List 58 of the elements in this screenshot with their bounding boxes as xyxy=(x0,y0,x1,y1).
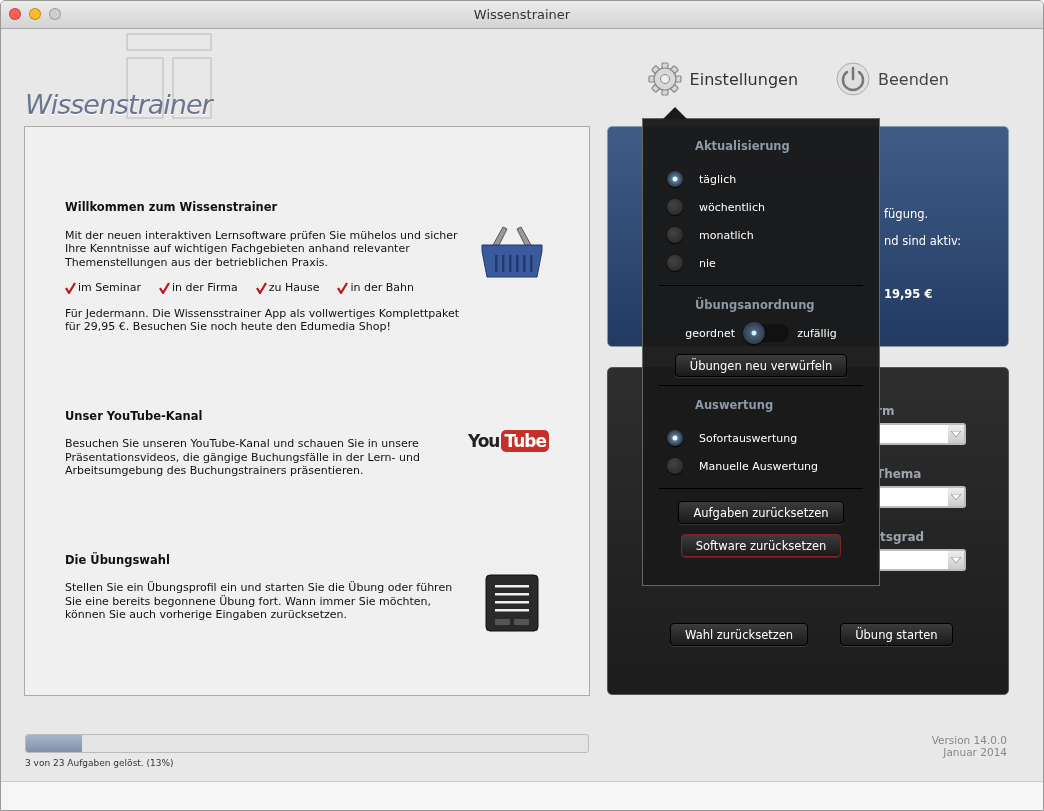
section-title: Willkommen zum Wissenstrainer xyxy=(65,201,279,215)
radio-button[interactable] xyxy=(667,255,683,271)
window-title: Wissenstrainer xyxy=(473,7,571,22)
check-icon xyxy=(159,281,171,294)
reset-button[interactable]: Software zurücksetzen xyxy=(680,534,842,557)
settings-button[interactable]: Einstellungen xyxy=(647,62,799,96)
toggle-label: zufällig xyxy=(797,326,837,340)
version-text: Januar 2014 xyxy=(943,746,1007,758)
section-heading: Übungsanordnung xyxy=(695,298,816,312)
section-title: Die Übungswahl xyxy=(65,553,171,567)
check-label: zu Hause xyxy=(268,281,320,295)
section-heading: Aktualisierung xyxy=(695,139,791,153)
caret-icon xyxy=(951,494,961,500)
caret-icon xyxy=(951,431,961,437)
version-text: Version 14.0.0 xyxy=(931,734,1007,746)
start-button[interactable]: Übung starten xyxy=(840,623,953,646)
field-label: itsgrad xyxy=(876,530,926,544)
radio-label: nie xyxy=(699,256,716,270)
check-icon xyxy=(65,281,76,294)
document-list-icon xyxy=(485,573,539,632)
quit-button[interactable]: Beenden xyxy=(836,62,949,96)
close-icon[interactable] xyxy=(9,8,21,20)
radio-button[interactable] xyxy=(667,199,683,215)
radio-label: Manuelle Auswertung xyxy=(699,459,819,473)
paragraph: Für Jedermann. Die Wissensstrainer App als vollwertiges Komplettpaket für 29,95 €. Besuchen Sie noch heute den Edumedia Shop! xyxy=(65,306,461,334)
radio-label: Sofortauswertung xyxy=(699,431,798,445)
reset-button[interactable]: Wahl zurücksetzen xyxy=(670,623,809,646)
paragraph: Stellen Sie ein Übungsprofil ein und starten Sie die Übung oder führen Sie eine bereits begonnene Übung fort. Wann immer Sie möchten, können Sie auch vorherige Eingaben zurücksetzen. xyxy=(65,581,454,622)
gear-icon xyxy=(647,62,682,96)
toggle-switch[interactable] xyxy=(743,324,790,342)
radio-label: wöchentlich xyxy=(699,200,765,214)
reset-button[interactable]: Aufgaben zurücksetzen xyxy=(678,501,844,524)
profile-text: nd sind aktiv: xyxy=(884,234,963,248)
section-title: Unser YouTube-Kanal xyxy=(65,409,204,423)
caret-icon xyxy=(951,557,961,563)
minimize-icon[interactable] xyxy=(29,8,41,20)
profile-text: 19,95 € xyxy=(884,287,934,301)
check-label: in der Firma xyxy=(172,281,238,295)
radio-button[interactable] xyxy=(667,458,683,474)
radio-button[interactable] xyxy=(667,227,683,243)
paragraph: Besuchen Sie unseren YouTube-Kanal und schauen Sie in unsere Präsentationsvideos, die gängige Buchungsfälle in der Lern- und Arbeitsumgebung des Buchungstrainers präsentieren. xyxy=(65,437,421,478)
radio-button[interactable] xyxy=(667,171,683,187)
power-icon xyxy=(836,62,871,96)
progress-caption: 3 von 23 Aufgaben gelöst. (13%) xyxy=(25,758,175,768)
logo-text: Wissenstrainer xyxy=(25,89,212,120)
toggle-label: geordnet xyxy=(685,326,736,340)
check-icon xyxy=(337,281,349,294)
section-heading: Auswertung xyxy=(695,398,775,412)
shuffle-button[interactable]: Übungen neu verwürfeln xyxy=(674,354,848,377)
radio-label: täglich xyxy=(699,172,737,186)
radio-button[interactable] xyxy=(667,430,683,446)
radio-label: monatlich xyxy=(699,228,754,242)
zoom-icon[interactable] xyxy=(49,8,61,20)
check-label: im Seminar xyxy=(78,281,142,295)
profile-text: fügung. xyxy=(884,207,930,221)
check-icon xyxy=(255,281,267,294)
check-label: in der Bahn xyxy=(350,281,414,295)
paragraph: Mit der neuen interaktiven Lernsoftware prüfen Sie mühelos und sicher Ihre Kenntnisse auf wichtigen Fachgebieten anhand relevanter Themenstellungen aus der betrieblichen Praxis. xyxy=(65,228,459,269)
